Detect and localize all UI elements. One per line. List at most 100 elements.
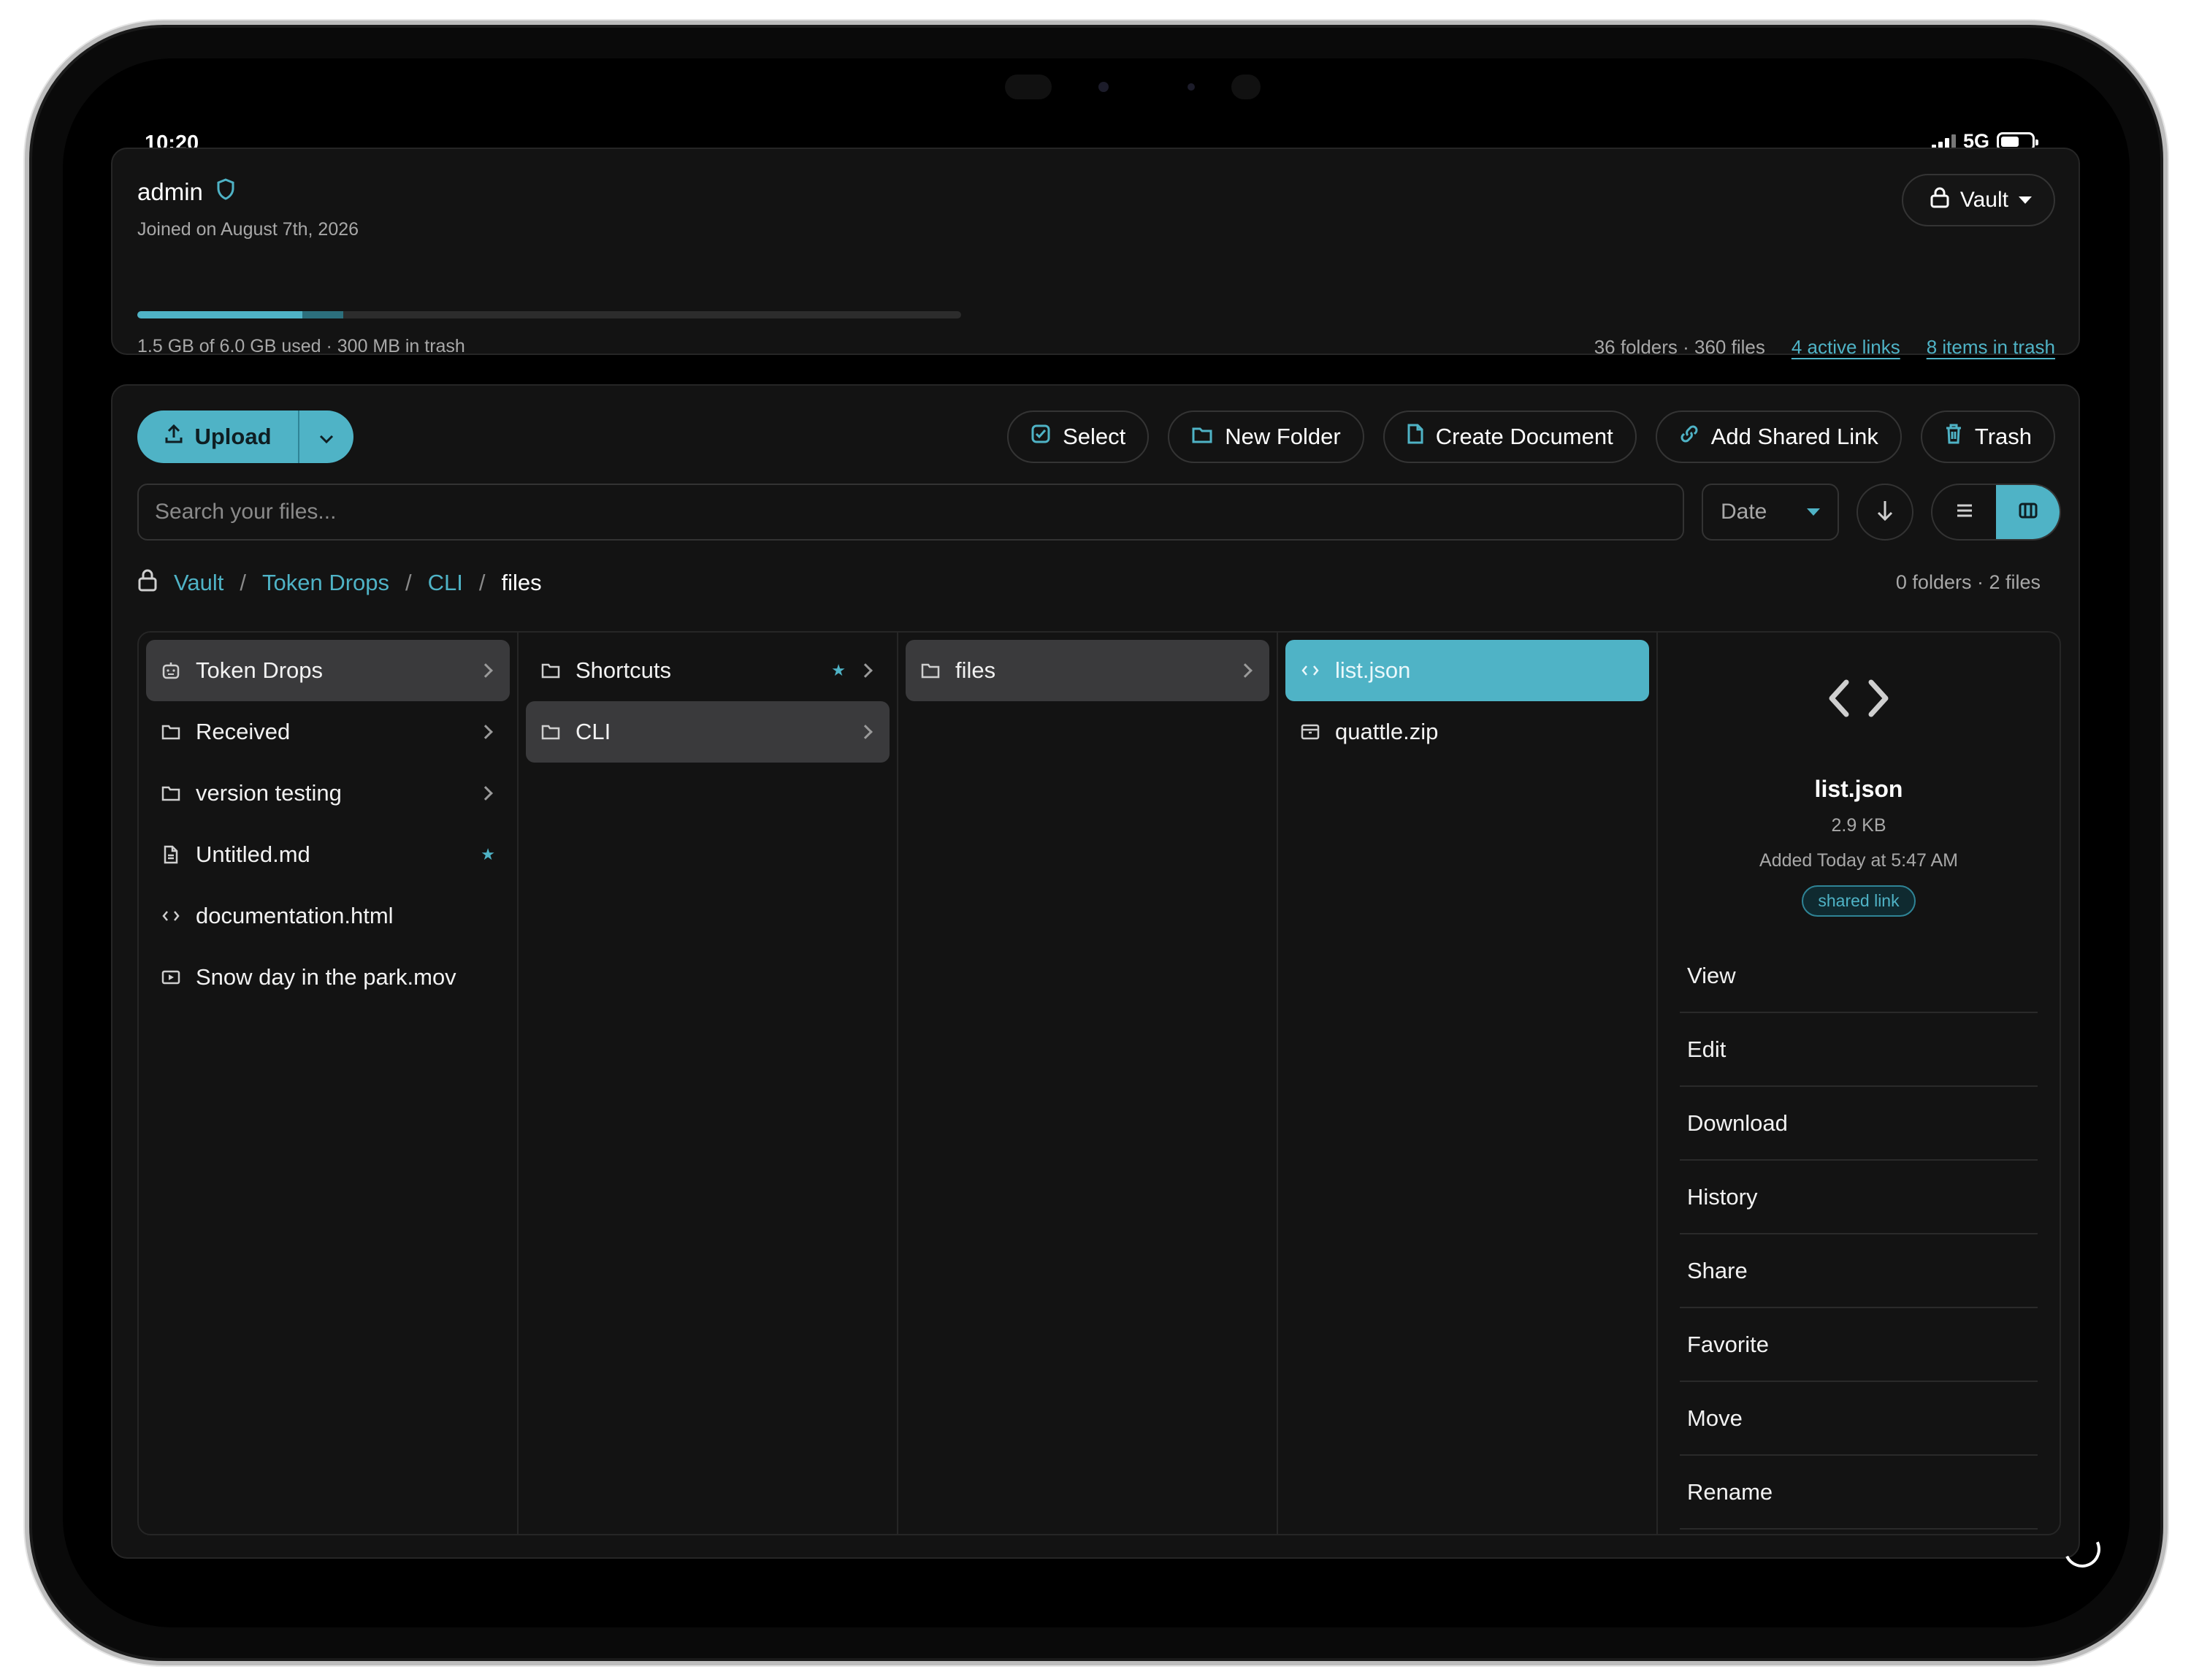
code-icon	[1300, 660, 1320, 681]
upload-icon	[164, 423, 184, 451]
sort-direction-button[interactable]	[1857, 484, 1913, 541]
detail-added-date: Added Today at 5:47 AM	[1759, 850, 1958, 871]
add-shared-link-button[interactable]: Add Shared Link	[1655, 411, 1902, 463]
list-view-button[interactable]	[1932, 485, 1996, 539]
user-name-row: admin	[137, 178, 235, 206]
vault-label: Vault	[1959, 188, 2008, 212]
lock-icon	[137, 568, 158, 597]
item-label: files	[955, 657, 996, 683]
column-browser: Token Drops Received version testing Unt…	[137, 631, 2061, 1535]
file-browser-card: Upload Select New Folder Create Document…	[111, 384, 2080, 1559]
search-input[interactable]: Search your files...	[137, 484, 1684, 541]
sort-dropdown[interactable]: Date	[1702, 484, 1839, 541]
tablet-frame: 10:20 5G admin Joined on August 7th, 202…	[25, 20, 2168, 1665]
list-item-received[interactable]: Received	[146, 701, 510, 763]
upload-button[interactable]: Upload	[137, 411, 299, 463]
select-label: Select	[1063, 424, 1126, 449]
folder-icon	[540, 660, 561, 681]
detail-file-size: 2.9 KB	[1831, 815, 1886, 836]
trash-icon	[1944, 423, 1963, 451]
list-item-quattle-zip[interactable]: quattle.zip	[1285, 701, 1649, 763]
item-label: Snow day in the park.mov	[196, 964, 456, 990]
action-move[interactable]: Move	[1680, 1382, 2038, 1456]
chevron-right-icon	[858, 663, 873, 678]
item-label: list.json	[1335, 657, 1411, 683]
action-favorite[interactable]: Favorite	[1680, 1308, 2038, 1382]
chevron-right-icon	[1238, 663, 1253, 678]
select-button[interactable]: Select	[1007, 411, 1150, 463]
list-item-documentation-html[interactable]: documentation.html	[146, 885, 510, 947]
breadcrumb-vault[interactable]: Vault	[174, 570, 223, 596]
create-document-button[interactable]: Create Document	[1383, 411, 1637, 463]
action-view[interactable]: View	[1680, 939, 2038, 1013]
storage-summary: 1.5 GB of 6.0 GB used · 300 MB in trash	[137, 336, 465, 356]
list-item-files[interactable]: files	[906, 640, 1269, 701]
action-history[interactable]: History	[1680, 1161, 2038, 1234]
action-download[interactable]: Download	[1680, 1087, 2038, 1161]
breadcrumb-token-drops[interactable]: Token Drops	[262, 570, 389, 596]
detail-file-name: list.json	[1814, 776, 1903, 802]
shield-icon	[216, 178, 235, 206]
folder-file-count: 0 folders · 2 files	[1895, 571, 2041, 593]
columns-icon	[2018, 502, 2038, 523]
action-share[interactable]: Share	[1680, 1234, 2038, 1308]
list-item-shortcuts[interactable]: Shortcuts ★	[526, 640, 890, 701]
badge-container: shared link	[1658, 885, 2060, 917]
new-folder-button[interactable]: New Folder	[1168, 411, 1364, 463]
breadcrumb-cli[interactable]: CLI	[428, 570, 463, 596]
list-item-snow-day-mov[interactable]: Snow day in the park.mov	[146, 947, 510, 1008]
camera-housing	[968, 72, 1304, 104]
trash-label: Trash	[1974, 424, 2032, 449]
breadcrumb-separator: /	[240, 570, 246, 595]
document-icon	[161, 844, 181, 865]
trash-items-link[interactable]: 8 items in trash	[1927, 336, 2055, 359]
detail-actions: View Edit Download History Share Favorit…	[1680, 939, 2038, 1530]
active-links-link[interactable]: 4 active links	[1792, 336, 1900, 359]
chevron-right-icon	[478, 725, 493, 739]
folder-icon	[161, 722, 181, 742]
list-item-list-json[interactable]: list.json	[1285, 640, 1649, 701]
toolbar-actions: Select New Folder Create Document Add Sh…	[1007, 411, 2055, 463]
upload-options-button[interactable]	[299, 424, 353, 450]
column-files: list.json quattle.zip	[1278, 633, 1658, 1534]
storage-used-fill	[137, 311, 302, 318]
breadcrumb: Vault / Token Drops / CLI / files	[137, 568, 542, 597]
shared-link-badge: shared link	[1802, 885, 1916, 917]
new-folder-label: New Folder	[1225, 424, 1341, 449]
add-shared-link-label: Add Shared Link	[1710, 424, 1878, 449]
caret-down-icon	[2019, 196, 2032, 204]
robot-folder-icon	[161, 660, 181, 681]
account-card: admin Joined on August 7th, 2026 Vault 1…	[111, 148, 2080, 358]
column-view-button[interactable]	[1996, 485, 2060, 539]
list-item-version-testing[interactable]: version testing	[146, 763, 510, 824]
archive-icon	[1300, 722, 1320, 742]
vault-dropdown-button[interactable]: Vault	[1901, 174, 2055, 226]
chevron-right-icon	[478, 663, 493, 678]
create-document-label: Create Document	[1435, 424, 1613, 449]
item-label: Shortcuts	[576, 657, 671, 683]
screen: 10:20 5G admin Joined on August 7th, 202…	[63, 58, 2130, 1627]
list-item-cli[interactable]: CLI	[526, 701, 890, 763]
joined-date: Joined on August 7th, 2026	[137, 219, 359, 240]
breadcrumb-separator: /	[405, 570, 412, 595]
action-edit[interactable]: Edit	[1680, 1013, 2038, 1087]
upload-split-button: Upload	[137, 411, 353, 463]
list-item-untitled-md[interactable]: Untitled.md ★	[146, 824, 510, 885]
item-label: CLI	[576, 719, 611, 744]
caret-down-icon	[1807, 508, 1820, 516]
list-item-token-drops[interactable]: Token Drops	[146, 640, 510, 701]
list-icon	[1955, 503, 1974, 522]
folder-icon	[1191, 424, 1213, 450]
checkbox-icon	[1031, 424, 1051, 450]
action-rename[interactable]: Rename	[1680, 1456, 2038, 1530]
item-label: version testing	[196, 780, 342, 806]
breadcrumb-separator: /	[478, 570, 486, 595]
view-mode-toggle	[1931, 484, 2061, 541]
chevron-down-icon	[318, 424, 334, 450]
link-icon	[1679, 424, 1699, 450]
code-icon	[1658, 676, 2060, 720]
item-counts: 36 folders · 360 files	[1594, 336, 1765, 358]
trash-button[interactable]: Trash	[1920, 411, 2055, 463]
chevron-right-icon	[478, 786, 493, 801]
lock-icon	[1930, 186, 1950, 214]
